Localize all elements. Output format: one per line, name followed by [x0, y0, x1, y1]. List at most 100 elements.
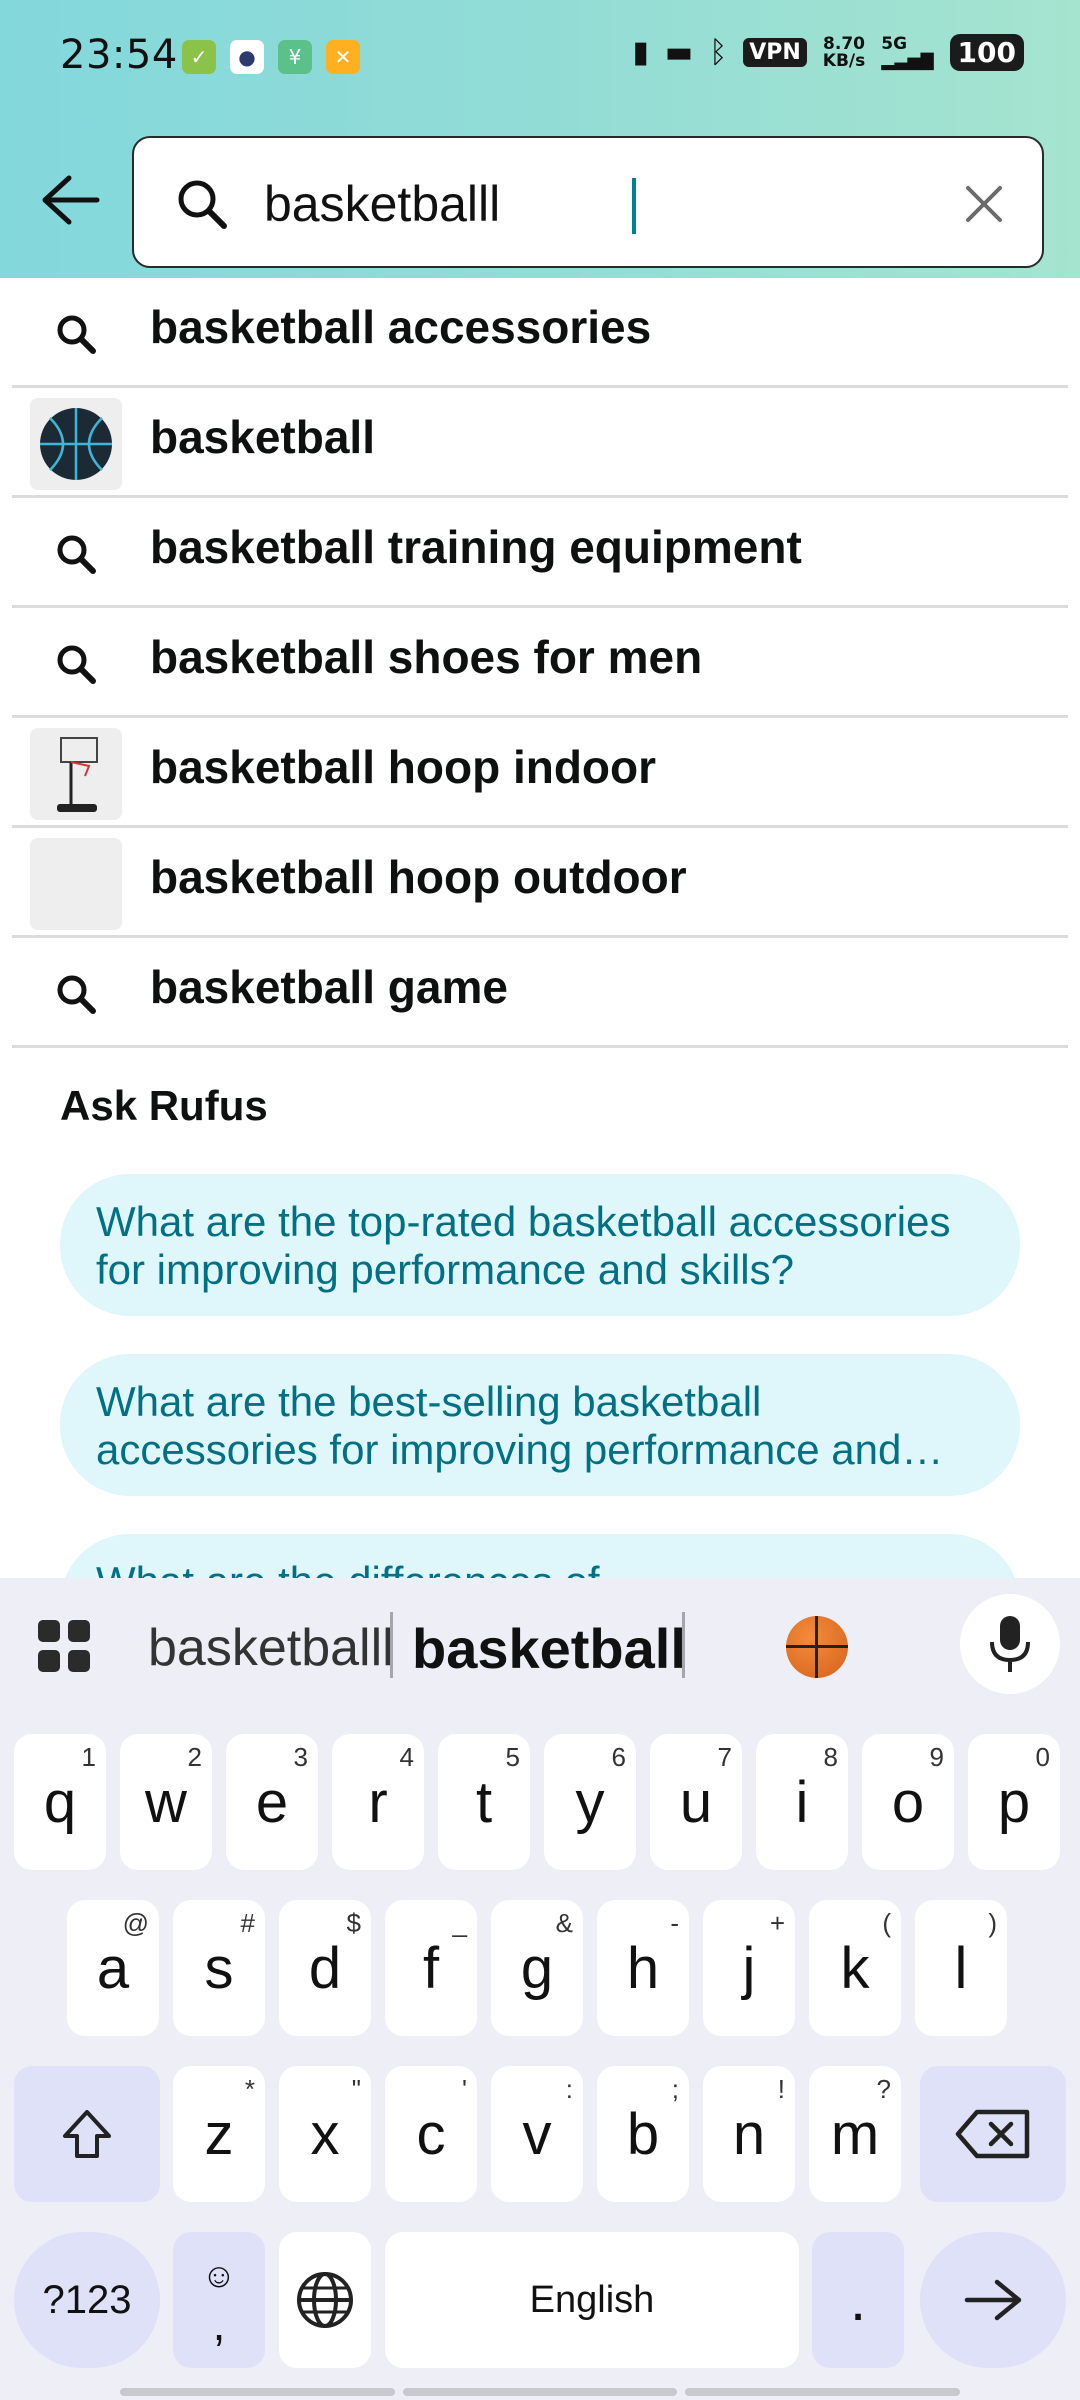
suggestion-item[interactable]: basketball training equipment — [12, 498, 1068, 608]
microphone-button[interactable] — [960, 1594, 1060, 1694]
arrow-left-icon — [42, 175, 100, 225]
suggestion-item[interactable]: basketball — [12, 388, 1068, 498]
key-label: s — [204, 1935, 234, 2001]
suggestion-text: basketball hoop outdoor — [150, 851, 687, 903]
suggestion-item[interactable]: basketball accessories — [12, 278, 1068, 388]
key-t[interactable]: t5 — [438, 1734, 530, 1870]
key-hint: - — [670, 1908, 679, 1938]
backspace-key[interactable] — [920, 2066, 1066, 2202]
period-key[interactable]: . — [812, 2232, 904, 2368]
rufus-question-chip[interactable]: What are the top-rated basketball access… — [60, 1174, 1020, 1316]
key-x[interactable]: x " — [279, 2066, 371, 2202]
language-key[interactable] — [279, 2232, 371, 2368]
shift-icon — [63, 2110, 111, 2158]
key-n[interactable]: n! — [703, 2066, 795, 2202]
key-g[interactable]: g & — [491, 1900, 583, 2036]
search-icon — [30, 508, 122, 600]
rufus-question-text: What are the top-rated basketball access… — [96, 1198, 951, 1293]
key-z[interactable]: z * — [173, 2066, 265, 2202]
key-label: c — [416, 2101, 446, 2167]
keyboard-suggestion-primary[interactable]: basketball — [412, 1616, 686, 1681]
key-y[interactable]: y6 — [544, 1734, 636, 1870]
suggestion-item[interactable]: basketball hoop indoor — [12, 718, 1068, 828]
key-l[interactable]: l) — [915, 1900, 1007, 2036]
search-icon — [30, 948, 122, 1040]
key-h[interactable]: h- — [597, 1900, 689, 2036]
key-d[interactable]: d $ — [279, 1900, 371, 2036]
key-hint: ' — [462, 2074, 467, 2104]
key-s[interactable]: s # — [173, 1900, 265, 2036]
key-w[interactable]: w2 — [120, 1734, 212, 1870]
key-v[interactable]: v: — [491, 2066, 583, 2202]
header: 23:54 ✓ ● ¥ ✕ ▮ ▬ ᛒ VPN 8.70 KB/s 5G ▂▃▅▇… — [0, 0, 1080, 278]
rufus-question-text: What are the best-selling basketball acc… — [96, 1378, 902, 1473]
ask-rufus-heading: Ask Rufus — [60, 1082, 268, 1129]
suggestion-item[interactable]: basketball hoop outdoor — [12, 828, 1068, 938]
hoop-thumbnail — [30, 728, 122, 820]
key-f[interactable]: f _ — [385, 1900, 477, 2036]
vibrate-icon: ▮ — [632, 35, 649, 70]
key-label: x — [310, 2101, 340, 2167]
net-speed-unit: KB/s — [822, 50, 866, 71]
suggestion-text: basketball training equipment — [150, 521, 802, 573]
key-hint: ; — [671, 2074, 679, 2104]
apps-grid-icon[interactable] — [36, 1618, 92, 1674]
key-i[interactable]: i8 — [756, 1734, 848, 1870]
suggestion-thumbnail — [30, 728, 122, 820]
suggestion-text: basketball accessories — [150, 301, 652, 353]
key-q[interactable]: q1 — [14, 1734, 106, 1870]
key-label: b — [626, 2101, 660, 2167]
key-label: w — [145, 1769, 187, 1835]
key-b[interactable]: b; — [597, 2066, 689, 2202]
key-label: f — [422, 1935, 440, 2001]
search-input[interactable] — [264, 160, 924, 248]
key-label: a — [96, 1935, 130, 2001]
key-label: n — [732, 2101, 766, 2167]
suggestion-item[interactable]: basketball shoes for men — [12, 608, 1068, 718]
status-indicators: ▮ ▬ ᛒ VPN 8.70 KB/s 5G ▂▃▅▇ 100 — [632, 34, 1024, 71]
symbols-key[interactable]: ?123 — [14, 2232, 160, 2368]
key-label: j — [742, 1935, 756, 2001]
key-e[interactable]: e3 — [226, 1734, 318, 1870]
suggestion-item[interactable]: basketball game — [12, 938, 1068, 1048]
key-p[interactable]: p0 — [968, 1734, 1060, 1870]
key-label: r — [368, 1769, 388, 1835]
key-o[interactable]: o9 — [862, 1734, 954, 1870]
tools-app-icon: ✕ — [326, 40, 360, 74]
suggestion-thumbnail — [30, 398, 122, 490]
space-key[interactable]: English — [385, 2232, 799, 2368]
back-button[interactable] — [30, 160, 110, 240]
rufus-question-chip[interactable]: What are the best-selling basketball acc… — [60, 1354, 1020, 1496]
key-m[interactable]: m? — [809, 2066, 901, 2202]
backspace-icon — [955, 2109, 1030, 2159]
emoji-comma-key[interactable]: ☺ , — [173, 2232, 265, 2368]
key-label: g — [520, 1935, 554, 2001]
suggestion-text: basketball game — [150, 961, 508, 1013]
cat-app-icon: ● — [230, 40, 264, 74]
notification-icons: ✓ ● ¥ ✕ — [182, 40, 360, 74]
key-hint: * — [244, 2074, 255, 2104]
key-hint: & — [555, 1908, 573, 1938]
key-u[interactable]: u7 — [650, 1734, 742, 1870]
signal-label: 5G — [881, 33, 908, 54]
key-hint: 7 — [717, 1742, 732, 1772]
suggestion-thumbnail — [30, 838, 122, 930]
key-c[interactable]: c ' — [385, 2066, 477, 2202]
key-hint: 2 — [187, 1742, 202, 1772]
key-a[interactable]: a @ — [67, 1900, 159, 2036]
key-hint: ? — [876, 2074, 891, 2104]
enter-key[interactable] — [920, 2232, 1066, 2368]
keyboard-suggestion[interactable]: basketballl — [148, 1618, 394, 1678]
basketball-thumbnail — [30, 398, 122, 490]
clipboard-app-icon: ✓ — [182, 40, 216, 74]
basketball-emoji-icon[interactable] — [786, 1616, 848, 1678]
signal-indicator: 5G ▂▃▅▇ — [881, 33, 934, 71]
vpn-badge: VPN — [743, 38, 807, 67]
key-k[interactable]: k( — [809, 1900, 901, 2036]
search-box[interactable] — [132, 136, 1044, 268]
key-r[interactable]: r4 — [332, 1734, 424, 1870]
clear-search-button[interactable] — [952, 172, 1016, 236]
key-j[interactable]: j + — [703, 1900, 795, 2036]
shift-key[interactable] — [14, 2066, 160, 2202]
suggestion-text: basketball — [150, 411, 375, 463]
